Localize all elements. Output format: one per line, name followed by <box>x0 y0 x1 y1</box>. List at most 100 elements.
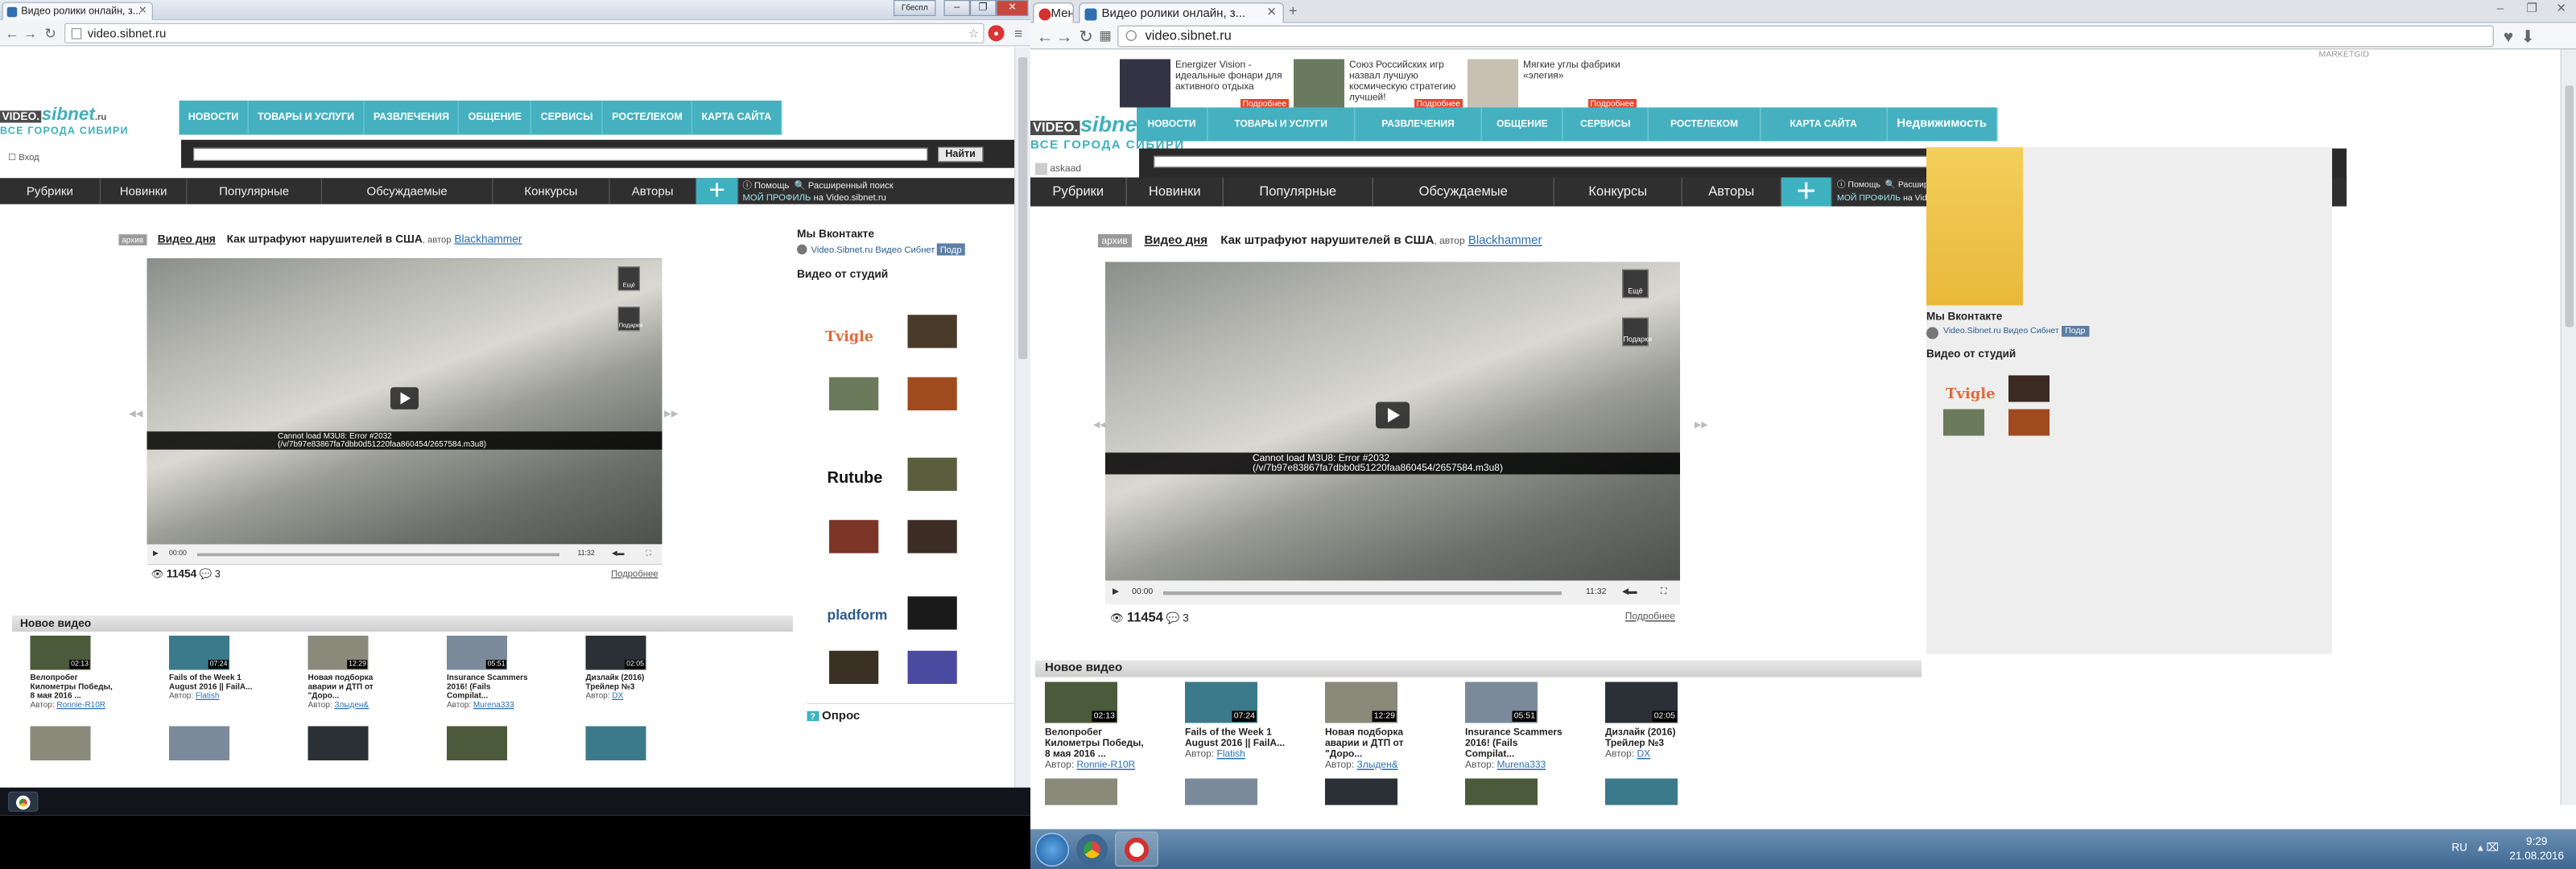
help-link[interactable]: ⓘ Помощь <box>743 180 790 191</box>
video-thumbnail[interactable]: 02:05 <box>1605 682 1678 723</box>
nav-realty[interactable]: Недвижимость <box>1887 107 1998 142</box>
video-thumbnail[interactable] <box>30 726 91 760</box>
gifts-button[interactable]: Подарки <box>1622 317 1652 347</box>
video-card-next[interactable] <box>308 726 393 764</box>
video-card-title[interactable]: Insurance Scammers 2016! (Fails Compilat… <box>447 673 531 700</box>
video-card-title[interactable]: Новая подборка аварии и ДТП от "Доро... <box>308 673 393 700</box>
video-card[interactable]: 07:24 Fails of the Week 1 August 2016 || … <box>169 636 254 700</box>
studio-thumb[interactable] <box>907 377 957 410</box>
close-window-button[interactable]: ✕ <box>996 0 1029 16</box>
video-player[interactable]: Ещё Подарки Cannot load M3U8: Error #203… <box>1105 262 1680 605</box>
video-card[interactable]: 05:51 Insurance Scammers 2016! (Fails Com… <box>1465 682 1567 771</box>
video-thumbnail[interactable]: 12:29 <box>1325 682 1397 723</box>
author-link[interactable]: DX <box>612 691 623 700</box>
video-card[interactable]: 12:29 Новая подборка аварии и ДТП от "Дор… <box>308 636 393 709</box>
heart-icon[interactable]: ♥ <box>2499 27 2518 46</box>
maximize-button[interactable]: ❐ <box>2527 2 2537 16</box>
my-profile-link[interactable]: МОЙ ПРОФИЛЬ <box>1837 195 1901 204</box>
play-icon[interactable] <box>1376 402 1410 429</box>
seek-bar[interactable] <box>1163 591 1562 595</box>
opera-taskbar-icon[interactable] <box>1115 831 1158 867</box>
tab-new[interactable]: Новинки <box>101 178 188 204</box>
nav-sitemap[interactable]: КАРТА САЙТА <box>1761 107 1888 142</box>
chrome-taskbar-icon[interactable] <box>8 791 39 812</box>
fullscreen-icon[interactable]: ⛶ <box>1661 581 1666 605</box>
video-card-title[interactable]: Велопробег Километры Победы, 8 мая 2016 … <box>31 673 115 700</box>
nav-news[interactable]: НОВОСТИ <box>1137 107 1208 142</box>
address-bar[interactable]: video.sibnet.ru ☆ <box>64 23 985 43</box>
scrollbar-thumb[interactable] <box>1018 57 1028 360</box>
video-player[interactable]: Ещё Подарки Cannot load M3U8: Error #203… <box>147 258 663 565</box>
seek-bar[interactable] <box>197 553 559 557</box>
play-small-icon[interactable]: ▶ <box>1113 581 1119 605</box>
video-card-next[interactable] <box>447 726 531 764</box>
login-link[interactable]: ☐ Вход <box>8 152 39 163</box>
archive-badge[interactable]: архив <box>118 234 147 245</box>
author-link[interactable]: Blackhammer <box>454 233 522 245</box>
vk-widget[interactable]: Video.Sibnet.ru Видео Сибнет Подр <box>797 243 1014 256</box>
close-tab-icon[interactable]: ✕ <box>1266 6 1277 20</box>
ad-banner[interactable] <box>1926 147 2023 306</box>
video-card-title[interactable]: Insurance Scammers 2016! (Fails Compilat… <box>1465 727 1567 760</box>
search-button[interactable]: Найти <box>938 146 984 163</box>
volume-icon[interactable]: ◀▬ <box>612 544 624 564</box>
video-thumbnail[interactable]: 05:51 <box>447 636 507 670</box>
nav-services[interactable]: СЕРВИСЫ <box>1563 107 1649 142</box>
upload-plus-button[interactable]: + <box>1781 173 1832 207</box>
video-thumbnail[interactable] <box>1185 778 1257 805</box>
author-link[interactable]: Ronnie-R10R <box>1077 760 1136 771</box>
video-thumbnail[interactable] <box>1605 778 1678 805</box>
nav-community[interactable]: ОБЩЕНИЕ <box>459 101 532 135</box>
ad-item[interactable]: Союз Российских игр назвал лучшую космич… <box>1294 59 1468 110</box>
nav-services[interactable]: СЕРВИСЫ <box>531 101 604 135</box>
tab-contests[interactable]: Конкурсы <box>1554 177 1682 207</box>
video-thumbnail[interactable]: 02:05 <box>585 636 646 670</box>
next-arrow-icon[interactable]: ▸▸ <box>664 405 679 422</box>
video-thumbnail[interactable]: 02:13 <box>1045 682 1117 723</box>
tab-rubrics[interactable]: Рубрики <box>1030 177 1127 207</box>
video-thumbnail[interactable]: 07:24 <box>169 636 229 670</box>
video-thumbnail[interactable] <box>1465 778 1538 805</box>
more-button[interactable]: Ещё <box>617 266 640 291</box>
video-card-next[interactable] <box>30 726 115 764</box>
nav-rostelecom[interactable]: РОСТЕЛЕКОМ <box>1649 107 1761 142</box>
video-card-title[interactable]: Дизлайк (2016) Трейлер №3 <box>1605 727 1707 748</box>
vk-button[interactable]: Подр <box>2061 326 2089 337</box>
help-link[interactable]: ⓘ Помощь <box>1837 181 1880 190</box>
minimize-button[interactable]: – <box>943 0 970 16</box>
video-card[interactable]: 05:51 Insurance Scammers 2016! (Fails Com… <box>447 636 531 709</box>
studio-thumb[interactable] <box>907 520 957 554</box>
video-thumbnail[interactable] <box>308 726 369 760</box>
gifts-button[interactable]: Подарки <box>617 307 642 332</box>
studio-thumb[interactable] <box>1943 409 1984 436</box>
video-thumbnail[interactable]: 12:29 <box>308 636 369 670</box>
archive-badge[interactable]: архив <box>1098 234 1132 248</box>
author-link[interactable]: Murena333 <box>1497 760 1546 771</box>
author-link[interactable]: Злыден& <box>1357 760 1398 771</box>
video-card[interactable]: 02:05 Дизлайк (2016) Трейлер №3 Автор: DX <box>585 636 671 700</box>
nav-entertainment[interactable]: РАЗВЛЕЧЕНИЯ <box>1355 107 1483 142</box>
maximize-button[interactable]: ❐ <box>970 0 997 16</box>
search-input[interactable] <box>193 147 928 161</box>
nav-entertainment[interactable]: РАЗВЛЕЧЕНИЯ <box>365 101 460 135</box>
studio-thumb[interactable] <box>907 315 957 348</box>
video-card[interactable]: 07:24 Fails of the Week 1 August 2016 || … <box>1185 682 1286 760</box>
video-card-title[interactable]: Новая подборка аварии и ДТП от "Доро... <box>1325 727 1426 760</box>
pladform-logo[interactable]: pladform <box>828 607 888 623</box>
video-card-next[interactable] <box>1325 778 1426 805</box>
opera-menu-button[interactable]: Меню <box>1033 2 1074 24</box>
video-card-title[interactable]: Велопробег Километры Победы, 8 мая 2016 … <box>1045 727 1146 760</box>
tab-contests[interactable]: Конкурсы <box>493 178 610 204</box>
tvigle-logo[interactable]: Tvigle <box>1946 385 1996 402</box>
bookmark-star-icon[interactable]: ☆ <box>968 24 979 43</box>
video-card-next[interactable] <box>1605 778 1707 805</box>
scrollbar-thumb[interactable] <box>2565 85 2574 327</box>
video-thumbnail[interactable]: 05:51 <box>1465 682 1538 723</box>
speed-dial-icon[interactable]: ▦ <box>1096 27 1115 46</box>
tvigle-logo[interactable]: Tvigle <box>825 329 873 345</box>
studio-thumb[interactable] <box>907 650 957 684</box>
video-card-next[interactable] <box>169 726 254 764</box>
scrollbar[interactable] <box>1014 47 1030 788</box>
reload-icon[interactable]: ↻ <box>1076 27 1096 46</box>
tab-popular[interactable]: Популярные <box>188 178 322 204</box>
